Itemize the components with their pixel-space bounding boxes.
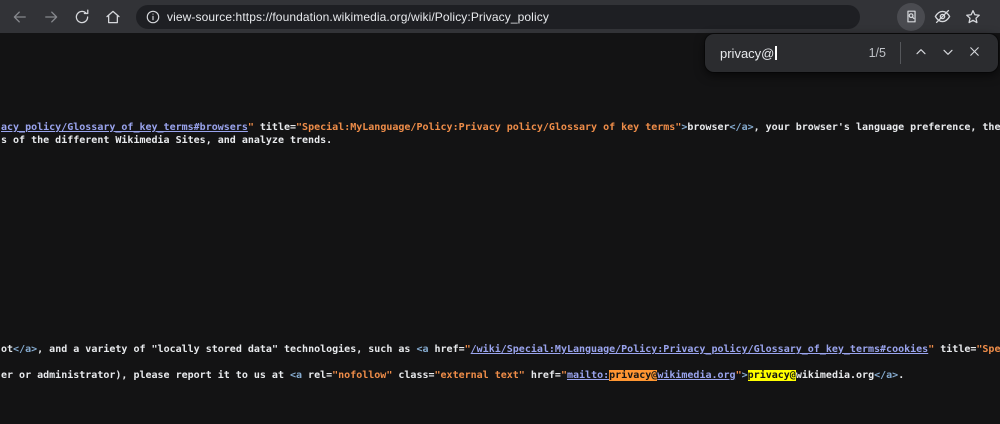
code-segment: wikimedia.org [796, 370, 874, 381]
source-link[interactable]: wikimedia.org [657, 370, 735, 381]
source-code-line: ot</a>, and a variety of "locally stored… [1, 343, 1000, 356]
findbar-divider [900, 42, 901, 64]
code-segment: , and a variety of "locally stored data"… [37, 344, 416, 355]
source-link[interactable]: /wiki/Special:MyLanguage/Policy:Privacy_… [471, 344, 929, 355]
code-segment: . [898, 370, 904, 381]
home-icon [104, 8, 122, 26]
source-code-block-bottom: ot</a>, and a variety of "locally stored… [1, 343, 1000, 382]
code-segment: > [742, 370, 748, 381]
code-segment: "Special:MyLanguage/Policy:Privacy polic… [296, 122, 681, 133]
source-code-line: er or administrator), please report it t… [1, 369, 1000, 382]
code-segment: </a> [730, 122, 754, 133]
home-button[interactable] [99, 3, 127, 31]
back-button[interactable] [6, 3, 34, 31]
find-previous-button[interactable] [907, 40, 934, 67]
code-segment: </a> [13, 344, 37, 355]
find-in-page-icon [903, 8, 920, 25]
code-segment: title= [934, 344, 976, 355]
chevron-down-icon [940, 44, 956, 63]
code-segment: href= [428, 344, 464, 355]
bookmark-star-icon [964, 8, 982, 26]
code-segment: "nofollow" [332, 370, 392, 381]
code-segment: "Spec [976, 344, 1000, 355]
url-bar[interactable]: view-source:https://foundation.wikimedia… [136, 5, 860, 29]
source-link[interactable]: acy_policy/Glossary_of_key_terms#browser… [1, 122, 248, 133]
close-icon [967, 44, 982, 62]
find-in-page-button[interactable] [897, 3, 925, 31]
code-segment: href= [525, 370, 561, 381]
chevron-up-icon [913, 44, 929, 63]
bookmark-button[interactable] [959, 3, 987, 31]
text-caret [775, 46, 777, 60]
visibility-off-button[interactable] [928, 3, 956, 31]
source-code-line [1, 356, 1000, 369]
visibility-off-icon [933, 7, 952, 26]
toolbar-right-actions [897, 3, 990, 31]
reload-icon [73, 8, 91, 26]
find-match-active: privacy@ [609, 370, 657, 381]
browser-toolbar: view-source:https://foundation.wikimedia… [0, 0, 1000, 33]
browser-window: view-source:https://foundation.wikimedia… [0, 0, 1000, 424]
code-segment: <a [416, 344, 428, 355]
code-segment: er or administrator), please report it t… [1, 370, 290, 381]
code-segment: title= [254, 122, 296, 133]
back-arrow-icon [11, 8, 29, 26]
code-segment: rel= [302, 370, 332, 381]
code-segment: ot [1, 344, 13, 355]
source-code-block-top: acy_policy/Glossary_of_key_terms#browser… [1, 121, 1000, 147]
forward-button[interactable] [37, 3, 65, 31]
code-segment: </a> [874, 370, 898, 381]
find-input[interactable]: privacy@ [720, 46, 830, 61]
code-segment: s of the different Wikimedia Sites, and … [1, 135, 332, 146]
find-match-count: 1/5 [869, 46, 886, 60]
source-link[interactable]: mailto: [567, 370, 609, 381]
code-segment: browser [687, 122, 729, 133]
source-code-line: s of the different Wikimedia Sites, and … [1, 134, 1000, 147]
url-text: view-source:https://foundation.wikimedia… [167, 10, 549, 24]
code-segment: <a [290, 370, 302, 381]
source-code-line: acy_policy/Glossary_of_key_terms#browser… [1, 121, 1000, 134]
find-close-button[interactable] [961, 40, 988, 67]
find-match-inactive: privacy@ [748, 370, 796, 381]
code-segment: , your browser's language preference, th… [754, 122, 1000, 133]
find-next-button[interactable] [934, 40, 961, 67]
find-in-page-bar: privacy@ 1/5 [705, 34, 998, 72]
code-segment: "external text" [435, 370, 525, 381]
code-segment: class= [392, 370, 434, 381]
forward-arrow-icon [42, 8, 60, 26]
reload-button[interactable] [68, 3, 96, 31]
page-info-icon[interactable] [144, 8, 162, 26]
find-query-text: privacy@ [720, 46, 774, 61]
